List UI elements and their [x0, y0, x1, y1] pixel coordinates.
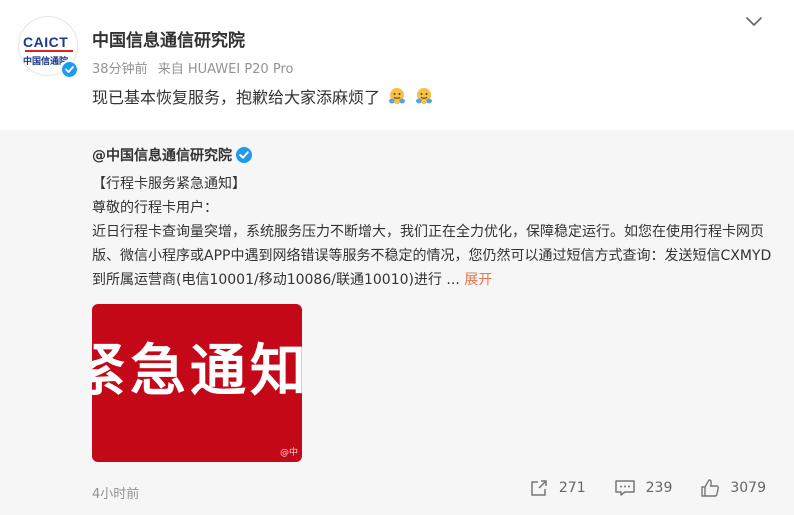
chevron-down-icon[interactable]: [744, 14, 764, 30]
like-icon: [701, 479, 720, 497]
post-text-content: 现已基本恢复服务，抱歉给大家添麻烦了: [92, 88, 381, 107]
emoji-icon: [389, 88, 406, 105]
verified-icon: [60, 60, 79, 79]
repost-title: 【行程卡服务紧急通知】: [92, 176, 246, 192]
expand-link[interactable]: 展开: [464, 272, 492, 288]
repost-greeting: 尊敬的行程卡用户：: [92, 200, 218, 216]
repost-image-text: 紧急通知: [92, 339, 302, 404]
repost-author-line: @中国信息通信研究院: [92, 145, 252, 165]
verified-icon: [236, 147, 252, 163]
share-button[interactable]: 271: [529, 478, 586, 498]
comment-count: 239: [645, 480, 673, 496]
like-count: 3079: [730, 480, 766, 496]
post-source: 来自 HUAWEI P20 Pro: [157, 62, 294, 77]
repost-image-watermark: @中: [279, 448, 298, 458]
post-meta: 38分钟前 来自 HUAWEI P20 Pro: [92, 58, 299, 77]
like-button[interactable]: 3079: [700, 478, 766, 498]
avatar-logo-bar: [25, 50, 73, 52]
comment-button[interactable]: 239: [614, 478, 673, 498]
post-text: 现已基本恢复服务，抱歉给大家添麻烦了: [92, 84, 434, 108]
weibo-post: CAICT 中国信通院 中国信息通信研究院 38分钟前 来自 HUAWEI P2…: [0, 0, 794, 515]
repost-image[interactable]: 紧急通知 @中: [92, 304, 302, 462]
comment-icon: [614, 480, 635, 496]
repost-author[interactable]: @中国信息通信研究院: [92, 148, 232, 164]
repost-time[interactable]: 4小时前: [92, 483, 139, 502]
share-icon: [531, 480, 547, 496]
repost-body: 【行程卡服务紧急通知】 尊敬的行程卡用户： 近日行程卡查询量突增，系统服务压力不…: [92, 172, 772, 292]
share-count: 271: [558, 480, 586, 496]
author-name[interactable]: 中国信息通信研究院: [92, 26, 245, 51]
repost-text-content: 近日行程卡查询量突增，系统服务压力不断增大，我们正在全力优化，保障稳定运行。如您…: [92, 224, 772, 288]
repost-card[interactable]: @中国信息通信研究院 【行程卡服务紧急通知】 尊敬的行程卡用户： 近日行程卡查询…: [0, 130, 794, 515]
emoji-icon: [416, 88, 433, 105]
avatar-logo-text: CAICT: [23, 34, 69, 50]
post-time[interactable]: 38分钟前: [92, 62, 148, 77]
action-bar: 271 239 3079: [501, 478, 766, 498]
repost-text: 近日行程卡查询量突增，系统服务压力不断增大，我们正在全力优化，保障稳定运行。如您…: [92, 220, 772, 292]
